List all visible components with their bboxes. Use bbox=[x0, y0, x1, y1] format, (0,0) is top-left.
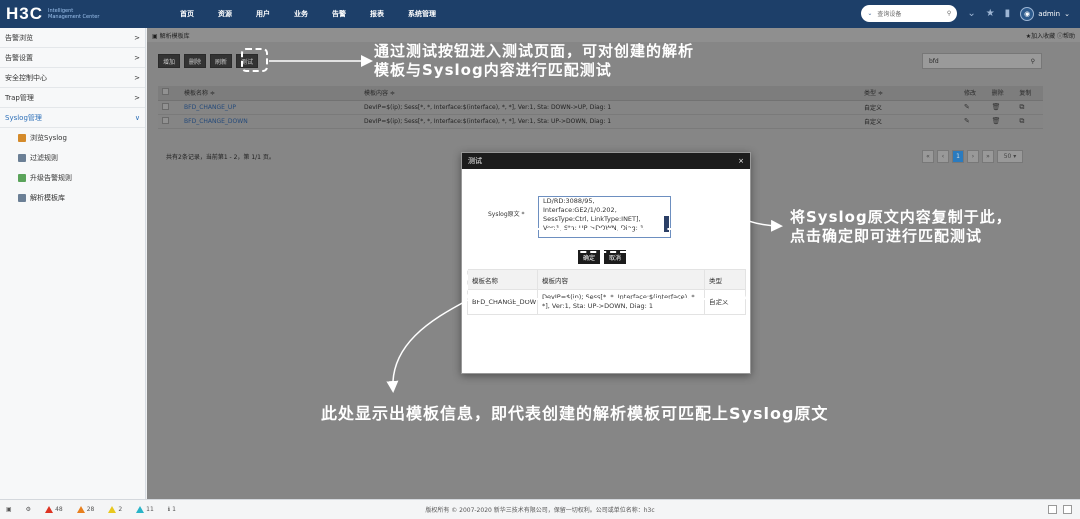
col-template-content[interactable]: 模板内容 ≑ bbox=[360, 86, 860, 101]
col-template-name[interactable]: 模板名称 ≑ bbox=[180, 86, 360, 101]
refresh-button[interactable]: 刷新 bbox=[210, 54, 233, 68]
favorites-help-links[interactable]: ★加入收藏 ⓘ帮助 bbox=[1026, 31, 1075, 40]
nav-report[interactable]: 报表 bbox=[370, 9, 384, 19]
avatar: ◉ bbox=[1020, 6, 1035, 21]
syslog-input-highlight bbox=[477, 172, 693, 230]
template-type: 自定义 bbox=[860, 114, 960, 129]
fullscreen-icon[interactable] bbox=[1063, 505, 1072, 514]
top-bar: H3C Intelligent Management Center 首页 资源 用… bbox=[0, 0, 1080, 28]
nav-resource[interactable]: 资源 bbox=[218, 9, 232, 19]
main-nav: 首页 资源 用户 业务 告警 报表 系统管理 bbox=[180, 9, 436, 19]
col-delete: 删除 bbox=[987, 86, 1016, 101]
template-content: DevIP=$(ip); Sess[*, *, Interface:$(inte… bbox=[360, 114, 860, 129]
sidebar-subitem-filter-rules[interactable]: 过滤规则 bbox=[0, 148, 145, 168]
template-content: DevIP=$(ip); Sess[*, *, Interface:$(inte… bbox=[360, 100, 860, 115]
nav-system[interactable]: 系统管理 bbox=[408, 9, 436, 19]
template-name-link[interactable]: BFD_CHANGE_UP bbox=[180, 100, 360, 115]
logo[interactable]: H3C Intelligent Management Center bbox=[0, 4, 165, 24]
dialog-title: 测试 bbox=[468, 157, 482, 165]
result-highlight bbox=[466, 251, 748, 300]
bottom-callout: 此处显示出模板信息，即代表创建的解析模板可匹配上Syslog原文 bbox=[321, 404, 829, 423]
template-name-link[interactable]: BFD_CHANGE_DOWN bbox=[180, 114, 360, 129]
breadcrumb-bar: ▣ 解析模板库 ★加入收藏 ⓘ帮助 bbox=[147, 28, 1080, 42]
chevron-down-icon[interactable]: ⌄ bbox=[967, 8, 975, 19]
top-right-tools: ⌄ 查询设备 ⚲ ⌄ ★ ▮ ◉ admin ⌄ bbox=[861, 5, 1070, 22]
col-type[interactable]: 类型 ≑ bbox=[860, 86, 960, 101]
col-edit: 修改 bbox=[960, 86, 988, 101]
row-checkbox[interactable] bbox=[162, 102, 169, 110]
prev-page-button[interactable]: ‹ bbox=[937, 150, 949, 163]
page-1-button[interactable]: 1 bbox=[952, 150, 964, 163]
edit-icon[interactable]: ✎ bbox=[964, 117, 970, 125]
bookmark-icon[interactable]: ▮ bbox=[1005, 8, 1011, 19]
syslog-icon bbox=[18, 134, 26, 142]
device-search-input[interactable]: ⌄ 查询设备 ⚲ bbox=[861, 5, 958, 22]
trash-icon[interactable]: 🗑 bbox=[992, 103, 1001, 111]
edit-icon[interactable]: ✎ bbox=[964, 103, 970, 111]
nav-user[interactable]: 用户 bbox=[256, 9, 270, 19]
filter-icon bbox=[18, 154, 26, 162]
nav-alarm[interactable]: 告警 bbox=[332, 9, 346, 19]
search-value: bfd bbox=[929, 57, 939, 65]
sidebar-subitem-browse-syslog[interactable]: 浏览Syslog bbox=[0, 128, 145, 148]
copyright: 版权所有 © 2007-2020 新华三技术有限公司，保留一切权利。公司或单位名… bbox=[425, 507, 655, 514]
breadcrumb: ▣ 解析模板库 bbox=[152, 32, 190, 40]
page-size-select[interactable]: 50 ▾ bbox=[997, 150, 1023, 163]
user-menu[interactable]: ◉ admin ⌄ bbox=[1020, 6, 1070, 21]
template-icon: ▣ bbox=[152, 32, 160, 40]
sidebar-item-alarm-browse[interactable]: 告警浏览 > bbox=[0, 28, 145, 48]
copy-icon[interactable]: ⧉ bbox=[1019, 117, 1024, 125]
status-footer: ▣ ⚙ 48 28 2 11 ℹ1 版权所有 © 2007-2020 新华三技术… bbox=[0, 499, 1080, 519]
top-callout: 通过测试按钮进入测试页面，可对创建的解析 模板与Syslog内容进行匹配测试 bbox=[374, 42, 695, 79]
star-icon[interactable]: ★ bbox=[986, 8, 995, 19]
sidebar: 告警浏览 > 告警设置 > 安全控制中心 > Trap管理 > Syslog管理 ∨ 浏览… bbox=[0, 28, 146, 499]
template-table: 模板名称 ≑ 模板内容 ≑ 类型 ≑ 修改 删除 复制 BFD_CHANGE_U… bbox=[158, 86, 1043, 129]
add-button[interactable]: 增加 bbox=[158, 54, 181, 68]
chevron-down-icon: ⌄ bbox=[1064, 9, 1070, 18]
search-scope-dropdown[interactable]: ⌄ bbox=[867, 10, 872, 17]
first-page-button[interactable]: « bbox=[922, 150, 934, 163]
search-icon[interactable]: ⚲ bbox=[947, 10, 951, 17]
template-type: 自定义 bbox=[860, 100, 960, 115]
dialog-header: 测试 × bbox=[462, 153, 750, 169]
logo-subtitle: Intelligent Management Center bbox=[48, 8, 100, 20]
table-header: 模板名称 ≑ 模板内容 ≑ 类型 ≑ 修改 删除 复制 bbox=[158, 86, 1043, 101]
test-button-highlight bbox=[241, 48, 268, 72]
sidebar-item-syslog[interactable]: Syslog管理 ∨ bbox=[0, 108, 145, 128]
col-copy: 复制 bbox=[1015, 86, 1043, 101]
chevron-right-icon: > bbox=[134, 33, 140, 42]
search-placeholder: 查询设备 bbox=[877, 11, 902, 18]
logo-mark: H3C bbox=[6, 4, 44, 23]
chevron-down-icon: ∨ bbox=[134, 113, 140, 122]
delete-button[interactable]: 删除 bbox=[184, 54, 207, 68]
expand-icon[interactable] bbox=[1048, 505, 1057, 514]
sidebar-item-trap[interactable]: Trap管理 > bbox=[0, 88, 145, 108]
search-icon[interactable]: ⚲ bbox=[1031, 58, 1035, 65]
right-callout: 将Syslog原文内容复制于此， 点击确定即可进行匹配测试 bbox=[790, 208, 1012, 245]
row-checkbox[interactable] bbox=[162, 116, 169, 124]
nav-service[interactable]: 业务 bbox=[294, 9, 308, 19]
username: admin bbox=[1038, 9, 1061, 18]
sidebar-subitem-upgrade-rules[interactable]: 升级告警规则 bbox=[0, 168, 145, 188]
last-page-button[interactable]: » bbox=[982, 150, 994, 163]
trash-icon[interactable]: 🗑 bbox=[992, 117, 1001, 125]
table-row: BFD_CHANGE_UP DevIP=$(ip); Sess[*, *, In… bbox=[158, 100, 1043, 115]
chevron-right-icon: > bbox=[134, 53, 140, 62]
sidebar-item-alarm-settings[interactable]: 告警设置 > bbox=[0, 48, 145, 68]
select-all-checkbox[interactable] bbox=[162, 88, 169, 96]
sidebar-item-security-center[interactable]: 安全控制中心 > bbox=[0, 68, 145, 88]
chevron-right-icon: > bbox=[134, 73, 140, 82]
record-info: 共有2条记录，当前第1 - 2，第 1/1 页。 bbox=[166, 154, 275, 161]
pagination: « ‹ 1 › » 50 ▾ bbox=[922, 150, 1023, 163]
template-icon bbox=[18, 194, 26, 202]
next-page-button[interactable]: › bbox=[967, 150, 979, 163]
chevron-right-icon: > bbox=[134, 93, 140, 102]
close-icon[interactable]: × bbox=[738, 157, 744, 165]
sidebar-subitem-template-library[interactable]: 解析模板库 bbox=[0, 188, 145, 208]
template-search-input[interactable]: bfd ⚲ bbox=[922, 53, 1042, 69]
copy-icon[interactable]: ⧉ bbox=[1019, 103, 1024, 111]
upgrade-icon bbox=[18, 174, 26, 182]
nav-home[interactable]: 首页 bbox=[180, 9, 194, 19]
table-row: BFD_CHANGE_DOWN DevIP=$(ip); Sess[*, *, … bbox=[158, 114, 1043, 129]
